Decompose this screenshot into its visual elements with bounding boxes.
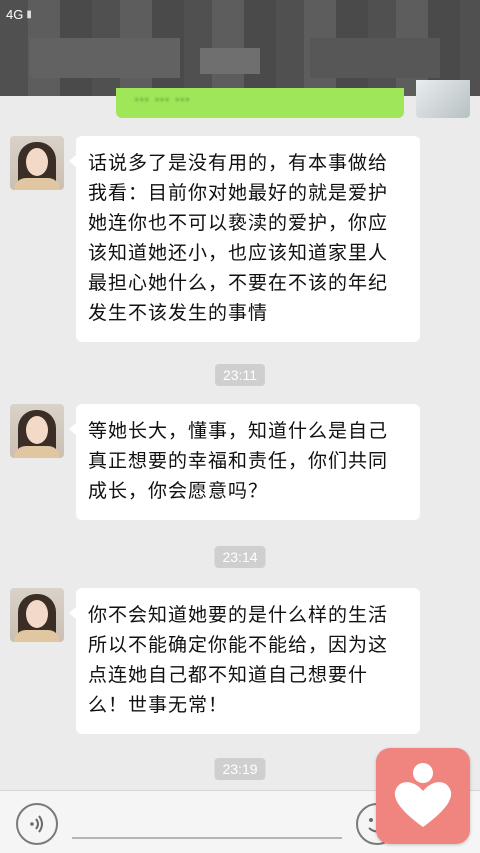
message-line: 我看：目前你对她最好的就是爱护 (88, 182, 389, 204)
message-line: 么！世事无常！ (88, 694, 229, 716)
outgoing-message-partial[interactable]: ··· ··· ··· (116, 88, 404, 118)
message-line: 最担心她什么，不要在不该的年纪 (88, 272, 389, 294)
outgoing-message-blurred: ··· ··· ··· (134, 90, 190, 109)
timestamp: 23:19 (214, 758, 266, 780)
message-line: 点连她自己都不知道自己想要什 (88, 664, 369, 686)
contact-avatar[interactable] (10, 588, 64, 642)
header-blur (200, 48, 260, 74)
signal-icon: ▮ (26, 8, 32, 20)
message-line: 真正想要的幸福和责任，你们共同 (88, 450, 389, 472)
message-line: 话说多了是没有用的，有本事做给 (88, 152, 389, 174)
contact-avatar[interactable] (10, 136, 64, 190)
incoming-message-bubble[interactable]: 话说多了是没有用的，有本事做给 我看：目前你对她最好的就是爱护 她连你也不可以亵… (69, 136, 420, 342)
voice-icon (30, 815, 43, 833)
message-line: 所以不能确定你能不能给，因为这 (88, 634, 389, 656)
incoming-message-row: 话说多了是没有用的，有本事做给 我看：目前你对她最好的就是爱护 她连你也不可以亵… (10, 136, 420, 342)
message-line: 成长，你会愿意吗？ (88, 480, 269, 502)
incoming-message-row: 等她长大，懂事，知道什么是自己 真正想要的幸福和责任，你们共同 成长，你会愿意吗… (10, 404, 420, 520)
message-line: 发生不该发生的事情 (88, 302, 269, 324)
message-line: 该知道她还小，也应该知道家里人 (88, 242, 389, 264)
floating-heart-button[interactable] (376, 748, 470, 844)
incoming-message-row: 你不会知道她要的是什么样的生活 所以不能确定你能不能给，因为这 点连她自己都不知… (10, 588, 420, 734)
contact-avatar[interactable] (10, 404, 64, 458)
incoming-message-bubble[interactable]: 等她长大，懂事，知道什么是自己 真正想要的幸福和责任，你们共同 成长，你会愿意吗… (69, 404, 420, 520)
message-input[interactable] (72, 837, 342, 839)
message-line: 你不会知道她要的是什么样的生活 (88, 604, 389, 626)
message-line: 她连你也不可以亵渎的爱护，你应 (88, 212, 389, 234)
timestamp: 23:14 (214, 546, 266, 568)
voice-button[interactable] (16, 803, 58, 845)
network-indicator: 4G (6, 6, 24, 22)
header-blur (310, 38, 440, 78)
incoming-message-bubble[interactable]: 你不会知道她要的是什么样的生活 所以不能确定你能不能给，因为这 点连她自己都不知… (69, 588, 420, 734)
status-bar: 4G ▮ (0, 0, 480, 28)
timestamp: 23:11 (215, 364, 265, 386)
heart-icon (394, 763, 452, 827)
message-line: 等她长大，懂事，知道什么是自己 (88, 420, 389, 442)
my-avatar[interactable] (416, 80, 470, 118)
header-blur (30, 38, 180, 78)
